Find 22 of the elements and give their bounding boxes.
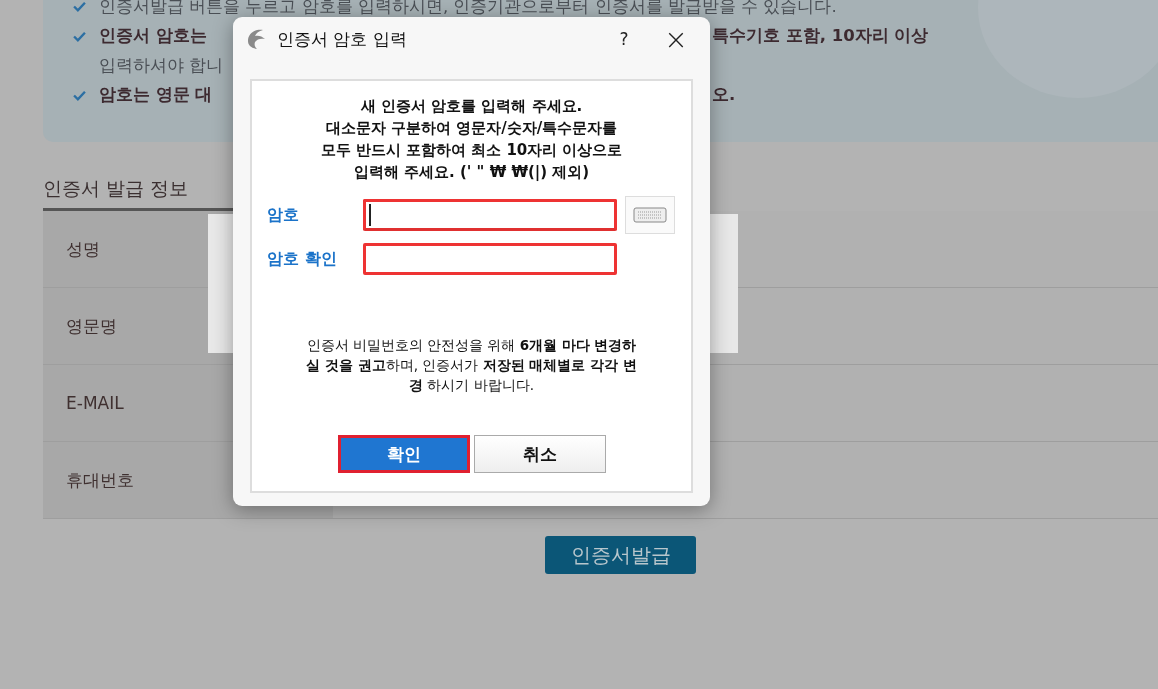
instruction-text: 대소문자 구분하여 영문자/숫자/특수문자를 [325,118,618,139]
cancel-button[interactable]: 취소 [473,435,606,473]
confirm-button[interactable]: 확인 [337,435,470,473]
info-text: 인증서발급 버튼을 누르고 암호를 입력하시면, 인증기관으로부터 인증서를 발급받을 수 있습니다. [99,0,837,18]
issue-button[interactable]: 인증서발급 [545,536,696,574]
instruction-text: 새 인증서 암호를 입력해 주세요. [360,96,583,117]
info-text: 오. [712,84,736,107]
check-icon [73,30,86,42]
dialog-title: 인증서 암호 입력 [277,27,408,51]
instruction-text: 입력해 주세요. (' " ₩ ₩(|) 제외) [353,162,590,183]
check-icon [73,1,86,13]
keyboard-icon [633,207,667,223]
check-icon [73,89,86,101]
info-text: 특수기호 포함, 10자리 이상 [712,25,929,48]
password-field[interactable] [363,199,617,231]
close-button[interactable]: × [650,21,702,57]
info-text: 암호는 영문 대 [99,84,213,107]
instruction-text: 모두 반드시 포함하여 최소 10자리 이상으로 [320,140,623,161]
info-text: 인증서 암호는 [99,25,207,48]
info-text: 입력하셔야 합니 [99,54,224,77]
password-field[interactable] [363,243,617,275]
help-button[interactable]: ? [598,21,650,57]
